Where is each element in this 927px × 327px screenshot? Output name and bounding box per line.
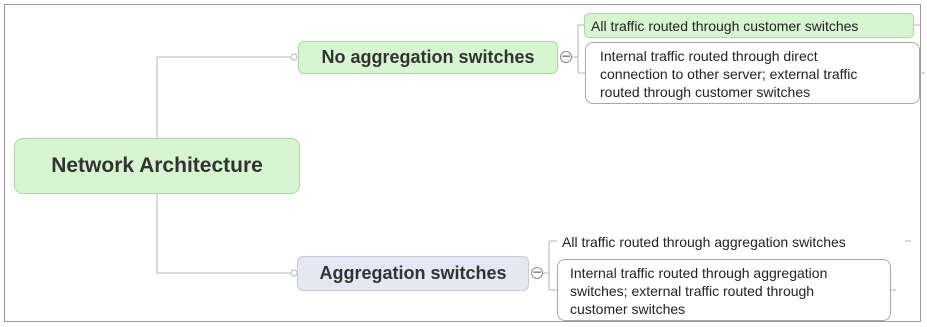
leaf-line: Internal traffic routed through direct [600,48,818,64]
leaf-internal-aggregation[interactable]: Internal traffic routed through aggregat… [557,259,891,321]
connector-branch2-leaves [543,240,557,291]
leaf-text-block: Internal traffic routed through aggregat… [570,264,827,318]
branch-aggregation[interactable]: Aggregation switches [297,256,529,291]
leaf-label: All traffic routed through aggregation s… [562,234,846,250]
leaf-text-block: Internal traffic routed through direct c… [600,47,857,101]
leaf-all-traffic-aggregation[interactable]: All traffic routed through aggregation s… [557,231,905,253]
leaf-line: routed through customer switches [600,84,811,100]
connector-root-branch1 [156,56,291,138]
branch-label: Aggregation switches [319,263,507,283]
connector-dot-branch1 [290,53,298,61]
branch-no-aggregation[interactable]: No aggregation switches [298,41,558,74]
collapse-toggle-branch1[interactable]: − [560,50,572,63]
root-topic[interactable]: Network Architecture [14,138,300,194]
leaf-line: switches; external traffic routed throug… [570,283,815,299]
leaf-line: customer switches [570,301,686,317]
connector-root-branch2 [156,194,291,274]
root-topic-label: Network Architecture [51,154,263,177]
collapse-toggle-branch2[interactable]: − [531,266,543,279]
branch-label: No aggregation switches [321,47,535,67]
leaf-line: connection to other server; external tra… [600,66,858,82]
leaf-label: All traffic routed through customer swit… [591,17,859,34]
leaf-internal-direct[interactable]: Internal traffic routed through direct c… [585,42,920,104]
leaf-all-traffic-customer[interactable]: All traffic routed through customer swit… [584,13,914,38]
leaf-line: Internal traffic routed through aggregat… [570,265,828,281]
